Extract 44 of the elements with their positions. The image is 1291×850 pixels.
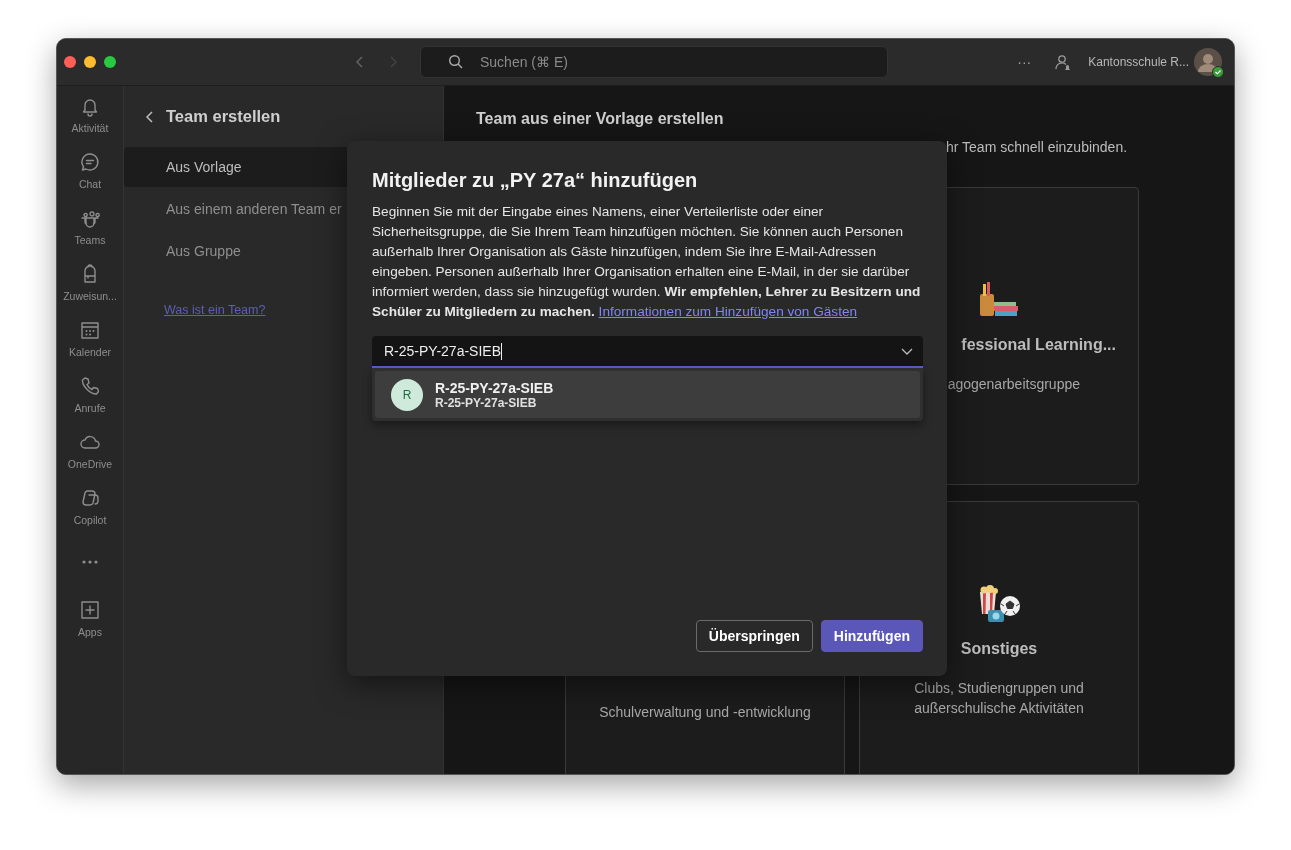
card-title: Sonstiges xyxy=(960,640,1038,658)
more-button[interactable]: ··· xyxy=(1017,54,1032,70)
card-description: Clubs, Studiengruppen und außerschulische Aktivitäten xyxy=(913,679,1085,718)
section-heading: Team aus einer Vorlage erstellen xyxy=(476,109,725,129)
rail-label[interactable]: Teams xyxy=(74,234,106,246)
phone-icon[interactable] xyxy=(79,375,101,397)
more-icon[interactable] xyxy=(81,559,99,565)
panel-title: Team erstellen xyxy=(166,107,281,126)
help-link[interactable]: Was ist ein Team? xyxy=(164,303,266,317)
card-title: fessional Learning... xyxy=(961,336,1116,354)
window-control[interactable] xyxy=(64,56,76,68)
info-link[interactable]: Informationen zum Hinzufügen von Gästen xyxy=(598,304,858,319)
back-icon[interactable] xyxy=(144,109,156,124)
member-search-field[interactable]: R-25-PY-27a-SIEB xyxy=(372,336,923,368)
window-control[interactable] xyxy=(84,56,96,68)
rail-label[interactable]: Copilot xyxy=(73,514,107,526)
add-button[interactable]: Hinzufügen xyxy=(820,620,923,652)
chat-icon[interactable] xyxy=(79,151,101,173)
rail-label[interactable]: OneDrive xyxy=(67,458,113,470)
rail-label[interactable]: Zuweisun... xyxy=(63,290,117,302)
rail-label[interactable]: Apps xyxy=(78,626,102,638)
copilot-icon[interactable] xyxy=(79,487,101,509)
search-icon xyxy=(448,54,464,70)
rail-label[interactable]: Aktivität xyxy=(71,122,109,134)
text-cursor xyxy=(501,342,502,360)
avatar-initial: R xyxy=(391,378,423,411)
search-field[interactable]: Suchen (⌘ E) xyxy=(420,46,888,78)
card-description: Schulverwaltung und -entwicklung xyxy=(598,703,812,722)
calendar-icon[interactable] xyxy=(79,319,101,341)
rail-label[interactable]: Anrufe xyxy=(74,402,106,414)
person-bell-icon[interactable] xyxy=(1053,53,1072,71)
suggestion-detail: R-25-PY-27a-SIEB xyxy=(435,395,538,410)
suggestion-item[interactable]: R R-25-PY-27a-SIEB R-25-PY-27a-SIEB xyxy=(375,371,920,418)
rail-label[interactable]: Kalender xyxy=(69,346,111,358)
search-input[interactable]: Suchen (⌘ E) xyxy=(480,54,780,70)
rail-label[interactable]: Chat xyxy=(78,178,102,190)
field-value: R-25-PY-27a-SIEB xyxy=(384,343,501,359)
suggestion-name: R-25-PY-27a-SIEB xyxy=(435,379,554,396)
skip-button[interactable]: Überspringen xyxy=(695,620,813,652)
window-control[interactable] xyxy=(104,56,116,68)
card-description: agogenarbeitsgruppe xyxy=(947,375,1080,394)
section-subtitle: hr Team schnell einzubinden. xyxy=(946,138,1128,157)
add-app-icon[interactable] xyxy=(79,599,101,621)
account-name[interactable]: Kantonsschule R... xyxy=(1088,55,1189,69)
